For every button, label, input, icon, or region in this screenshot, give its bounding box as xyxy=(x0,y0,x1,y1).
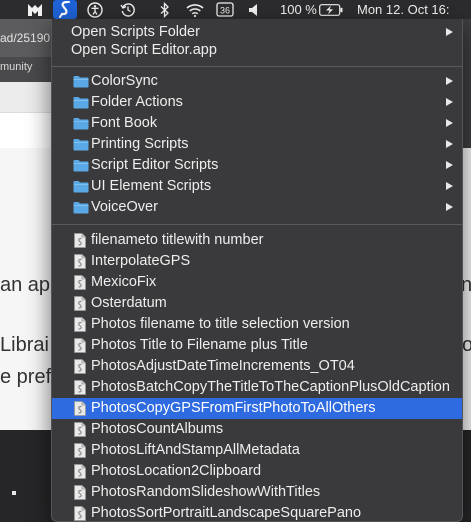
menu-script-item-highlighted[interactable]: PhotosCopyGPSFromFirstPhotoToAllOthers xyxy=(52,398,462,419)
menu-script-item[interactable]: PhotosSortPortraitLandscapeSquarePano xyxy=(52,503,462,522)
scripts-dropdown-menu: Open Scripts Folder Open Script Editor.a… xyxy=(51,19,463,522)
menu-item-label: PhotosSortPortraitLandscapeSquarePano xyxy=(91,505,362,521)
script-file-icon xyxy=(74,506,86,522)
menu-script-item[interactable]: MexicoFix xyxy=(52,272,462,293)
folder-icon xyxy=(73,96,89,113)
time-machine-icon[interactable] xyxy=(118,0,138,19)
script-file-icon xyxy=(74,401,86,420)
menu-script-item[interactable]: PhotosCountAlbums xyxy=(52,419,462,440)
menu-script-item[interactable]: PhotosLocation2Clipboard xyxy=(52,461,462,482)
volume-icon[interactable] xyxy=(246,0,262,19)
menu-item-label: UI Element Scripts xyxy=(91,178,212,194)
bluetooth-icon[interactable] xyxy=(157,0,173,19)
script-file-icon xyxy=(74,338,86,357)
accessibility-icon[interactable] xyxy=(85,0,105,19)
folder-icon xyxy=(73,159,89,176)
folder-icon xyxy=(73,75,89,92)
menu-script-item[interactable]: PhotosAdjustDateTimeIncrements_OT04 xyxy=(52,356,462,377)
menu-folder-script-editor-scripts[interactable]: Script Editor Scripts xyxy=(52,155,462,176)
menu-item-label: ColorSync xyxy=(91,73,158,89)
menu-item-label: MexicoFix xyxy=(91,274,157,290)
page-text-line: o xyxy=(462,334,471,356)
menu-folder-font-book[interactable]: Font Book xyxy=(52,113,462,134)
script-file-icon xyxy=(74,359,86,378)
menu-item-label: PhotosLocation2Clipboard xyxy=(91,463,262,479)
menu-folder-ui-element-scripts[interactable]: UI Element Scripts xyxy=(52,176,462,197)
folder-icon xyxy=(73,180,89,197)
submenu-arrow-icon xyxy=(446,161,453,169)
menu-item-label: Script Editor Scripts xyxy=(91,157,219,173)
menu-item-label: Printing Scripts xyxy=(91,136,189,152)
browser-tab-fragment[interactable]: munity xyxy=(0,61,32,73)
menu-folder-colorsync[interactable]: ColorSync xyxy=(52,71,462,92)
menu-bar: 36 100 % Mon 12. Oct 16: xyxy=(0,0,471,19)
menu-script-item[interactable]: Osterdatum xyxy=(52,293,462,314)
script-file-icon xyxy=(74,254,86,273)
menu-item-label: Photos Title to Filename plus Title xyxy=(91,337,308,353)
folder-icon xyxy=(73,138,89,155)
menu-script-item[interactable]: PhotosBatchCopyTheTitleToTheCaptionPlusO… xyxy=(52,377,462,398)
svg-text:36: 36 xyxy=(220,6,230,16)
script-file-icon xyxy=(74,464,86,483)
script-file-icon xyxy=(74,485,86,504)
menu-separator xyxy=(52,224,462,225)
menu-folder-printing-scripts[interactable]: Printing Scripts xyxy=(52,134,462,155)
menu-item-label: Photos filename to title selection versi… xyxy=(91,316,350,332)
dock-running-indicator xyxy=(12,491,16,495)
menu-folder-voiceover[interactable]: VoiceOver xyxy=(52,197,462,218)
menu-script-item[interactable]: InterpolateGPS xyxy=(52,251,462,272)
menu-folder-folder-actions[interactable]: Folder Actions xyxy=(52,92,462,113)
cat-app-icon[interactable] xyxy=(24,0,46,19)
scripts-menu-icon[interactable] xyxy=(53,0,77,19)
script-file-icon xyxy=(74,380,86,399)
page-text-line: Librai xyxy=(0,334,49,356)
menu-item-open-script-editor[interactable]: Open Script Editor.app xyxy=(52,40,462,61)
window-right-edge xyxy=(463,19,471,148)
menu-separator xyxy=(52,66,462,67)
menu-item-label: Open Scripts Folder xyxy=(71,24,200,40)
submenu-arrow-icon xyxy=(446,98,453,106)
menu-item-label: Open Script Editor.app xyxy=(71,42,217,58)
script-file-icon xyxy=(74,422,86,441)
wifi-icon[interactable] xyxy=(184,0,206,19)
menu-item-label: PhotosAdjustDateTimeIncrements_OT04 xyxy=(91,358,355,374)
submenu-arrow-icon xyxy=(446,119,453,127)
menu-script-item[interactable]: PhotosRandomSlideshowWithTitles xyxy=(52,482,462,503)
menu-item-label: Folder Actions xyxy=(91,94,183,110)
page-text-line: e pref xyxy=(0,366,52,388)
menu-script-item[interactable]: Photos Title to Filename plus Title xyxy=(52,335,462,356)
menu-item-label: PhotosCopyGPSFromFirstPhotoToAllOthers xyxy=(91,400,376,416)
script-file-icon xyxy=(74,317,86,336)
submenu-arrow-icon xyxy=(446,140,453,148)
script-file-icon xyxy=(74,275,86,294)
script-file-icon xyxy=(74,233,86,252)
menu-script-item[interactable]: filenameto titlewith number xyxy=(52,230,462,251)
menu-script-item[interactable]: Photos filename to title selection versi… xyxy=(52,314,462,335)
script-file-icon xyxy=(74,296,86,315)
menu-item-label: PhotosLiftAndStampAllMetadata xyxy=(91,442,300,458)
folder-icon xyxy=(73,201,89,218)
menu-item-label: PhotosCountAlbums xyxy=(91,421,224,437)
menu-item-label: InterpolateGPS xyxy=(91,253,191,269)
page-text-line: an ap xyxy=(0,274,51,296)
menu-script-item[interactable]: PhotosLiftAndStampAllMetadata xyxy=(52,440,462,461)
battery-percent[interactable]: 100 % xyxy=(280,1,317,19)
submenu-arrow-icon xyxy=(446,203,453,211)
menu-item-label: PhotosRandomSlideshowWithTitles xyxy=(91,484,321,500)
menu-item-label: filenameto titlewith number xyxy=(91,232,264,248)
calendar-badge-icon[interactable]: 36 xyxy=(214,0,236,19)
submenu-arrow-icon xyxy=(446,77,453,85)
menubar-clock[interactable]: Mon 12. Oct 16: xyxy=(357,1,450,19)
menu-item-label: PhotosBatchCopyTheTitleToTheCaptionPlusO… xyxy=(91,379,450,395)
menu-item-label: VoiceOver xyxy=(91,199,158,215)
browser-url-fragment: ad/25190 xyxy=(0,31,51,45)
battery-charging-icon[interactable] xyxy=(318,0,344,19)
submenu-arrow-icon xyxy=(446,28,453,36)
submenu-arrow-icon xyxy=(446,182,453,190)
folder-icon xyxy=(73,117,89,134)
menu-item-label: Osterdatum xyxy=(91,295,167,311)
script-file-icon xyxy=(74,443,86,462)
menu-item-label: Font Book xyxy=(91,115,158,131)
